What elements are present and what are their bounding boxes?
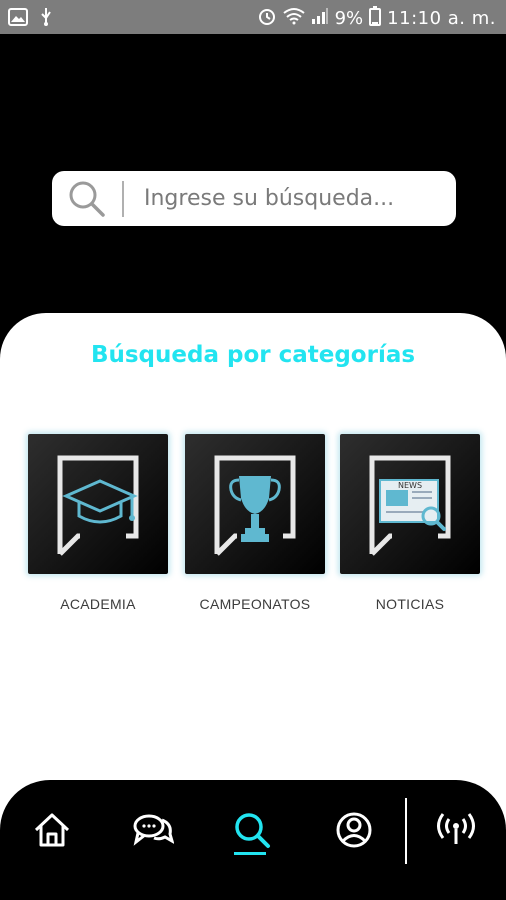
category-tile[interactable]: NEWS — [340, 434, 480, 574]
search-input[interactable] — [142, 185, 436, 212]
trophy-icon — [229, 476, 281, 542]
newspaper-icon: NEWS — [379, 479, 446, 531]
category-label: ACADEMIA — [60, 596, 136, 612]
active-tab-indicator — [234, 852, 266, 855]
alarm-icon — [257, 6, 277, 31]
battery-percent: 9% — [334, 8, 364, 29]
home-icon[interactable] — [30, 808, 74, 852]
usb-icon — [38, 7, 54, 32]
status-bar: 9% 11:10 a. m. — [0, 0, 506, 34]
search-bar[interactable] — [52, 171, 456, 226]
signal-icon — [311, 7, 329, 30]
search-icon[interactable] — [230, 808, 274, 852]
category-noticias[interactable]: NEWS NOTICIAS — [340, 434, 480, 612]
image-icon — [8, 8, 28, 31]
battery-icon — [369, 6, 382, 31]
wifi-icon — [282, 7, 305, 30]
chat-icon[interactable] — [131, 808, 175, 852]
graduation-cap-icon — [62, 479, 138, 524]
categories-title: Búsqueda por categorías — [90, 342, 416, 368]
category-campeonatos[interactable]: CAMPEONATOS — [185, 434, 325, 612]
category-label: CAMPEONATOS — [199, 596, 311, 612]
category-tile[interactable] — [28, 434, 168, 574]
profile-icon[interactable] — [332, 808, 376, 852]
search-icon[interactable] — [52, 171, 122, 226]
category-tile[interactable] — [185, 434, 325, 574]
nav-separator — [405, 798, 407, 864]
search-divider — [122, 180, 124, 217]
clock: 11:10 a. m. — [387, 8, 496, 29]
broadcast-icon[interactable] — [434, 808, 478, 852]
category-label: NOTICIAS — [375, 596, 445, 612]
svg-text:NEWS: NEWS — [398, 481, 422, 490]
category-academia[interactable]: ACADEMIA — [28, 434, 168, 612]
